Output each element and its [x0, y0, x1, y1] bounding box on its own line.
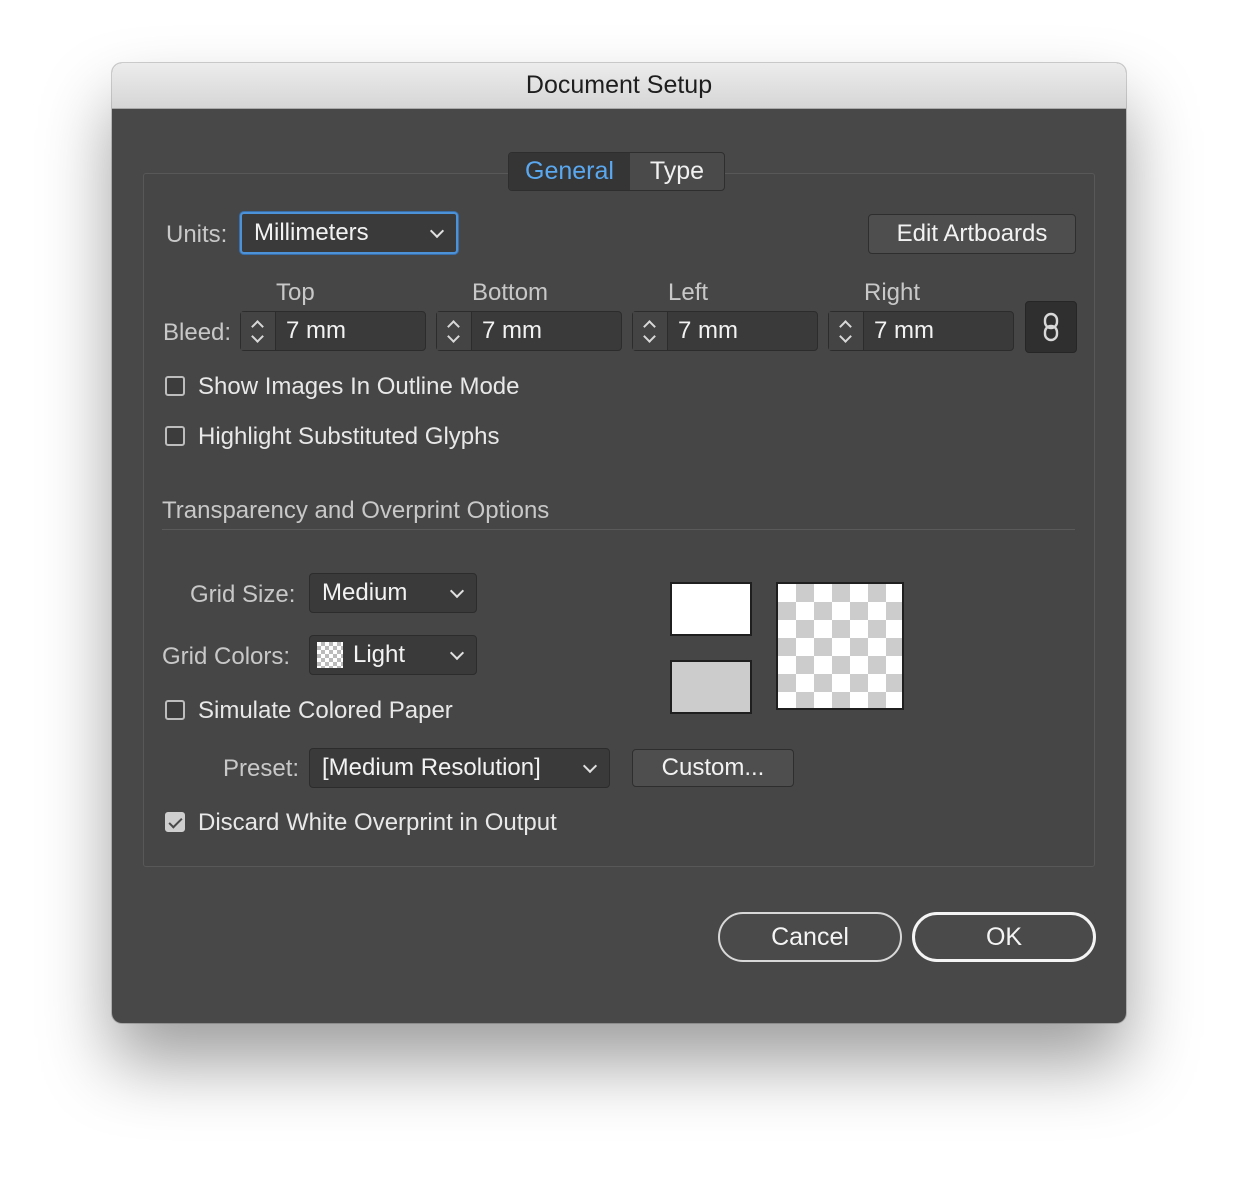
grid-color-swatch-top[interactable]: [670, 582, 752, 636]
units-value: Millimeters: [254, 219, 369, 246]
grid-colors-select[interactable]: Light: [309, 635, 477, 675]
tab-general[interactable]: General: [509, 153, 630, 190]
preset-value: [Medium Resolution]: [322, 754, 541, 781]
grid-size-value: Medium: [322, 579, 408, 606]
bleed-bottom-stepper[interactable]: 7 mm: [436, 311, 622, 351]
grid-colors-label: Grid Colors:: [162, 643, 291, 670]
preset-label: Preset:: [223, 755, 300, 782]
chevron-down-icon: [429, 223, 445, 239]
tab-bar: General Type: [508, 152, 725, 191]
bleed-right-value[interactable]: 7 mm: [864, 312, 934, 350]
highlight-glyphs-checkbox[interactable]: [165, 426, 185, 446]
bleed-left-value[interactable]: 7 mm: [668, 312, 738, 350]
units-label: Units:: [166, 221, 228, 248]
chain-link-icon: [1043, 312, 1059, 342]
edit-artboards-button[interactable]: Edit Artboards: [868, 214, 1076, 254]
ok-button[interactable]: OK: [912, 912, 1096, 962]
simulate-paper-checkbox[interactable]: [165, 700, 185, 720]
discard-white-checkbox[interactable]: [165, 812, 185, 832]
chevron-down-icon: [449, 583, 465, 599]
bleed-top-value[interactable]: 7 mm: [276, 312, 346, 350]
section-divider: [162, 529, 1075, 530]
tab-type[interactable]: Type: [630, 153, 724, 190]
bleed-label: Bleed:: [163, 319, 232, 346]
chevron-down-icon: [449, 645, 465, 661]
bleed-header-right: Right: [864, 279, 921, 306]
checker-swatch-icon: [317, 642, 343, 668]
bleed-left-stepper[interactable]: 7 mm: [632, 311, 818, 351]
chevron-down-icon[interactable]: [251, 330, 264, 343]
grid-color-swatch-bottom[interactable]: [670, 660, 752, 714]
chevron-down-icon[interactable]: [839, 330, 852, 343]
show-images-outline-label[interactable]: Show Images In Outline Mode: [198, 373, 520, 401]
bleed-bottom-value[interactable]: 7 mm: [472, 312, 542, 350]
grid-colors-value: Light: [353, 641, 406, 668]
document-setup-dialog: Document Setup General Type Units: Milli…: [112, 63, 1126, 1023]
stepper-arrows[interactable]: [241, 312, 276, 350]
highlight-glyphs-label[interactable]: Highlight Substituted Glyphs: [198, 423, 500, 451]
grid-size-select[interactable]: Medium: [309, 573, 477, 613]
preset-select[interactable]: [Medium Resolution]: [309, 748, 610, 788]
show-images-outline-checkbox[interactable]: [165, 376, 185, 396]
transparency-grid-preview: [776, 582, 904, 710]
transparency-section-title: Transparency and Overprint Options: [162, 497, 550, 524]
stepper-arrows[interactable]: [437, 312, 472, 350]
simulate-paper-label[interactable]: Simulate Colored Paper: [198, 697, 453, 725]
dialog-title: Document Setup: [525, 71, 713, 99]
stepper-arrows[interactable]: [633, 312, 668, 350]
bleed-header-left: Left: [668, 279, 709, 306]
chevron-down-icon[interactable]: [447, 330, 460, 343]
chevron-down-icon[interactable]: [643, 330, 656, 343]
units-select[interactable]: Millimeters: [240, 212, 458, 254]
custom-button[interactable]: Custom...: [632, 749, 794, 787]
cancel-button[interactable]: Cancel: [718, 912, 902, 962]
title-bar[interactable]: Document Setup: [112, 63, 1126, 109]
chevron-down-icon: [582, 758, 598, 774]
bleed-header-bottom: Bottom: [472, 279, 549, 306]
bleed-header-top: Top: [276, 279, 315, 306]
link-bleed-button[interactable]: [1025, 301, 1077, 353]
discard-white-label[interactable]: Discard White Overprint in Output: [198, 809, 557, 837]
grid-size-label: Grid Size:: [190, 581, 296, 608]
bleed-top-stepper[interactable]: 7 mm: [240, 311, 426, 351]
stepper-arrows[interactable]: [829, 312, 864, 350]
bleed-right-stepper[interactable]: 7 mm: [828, 311, 1014, 351]
